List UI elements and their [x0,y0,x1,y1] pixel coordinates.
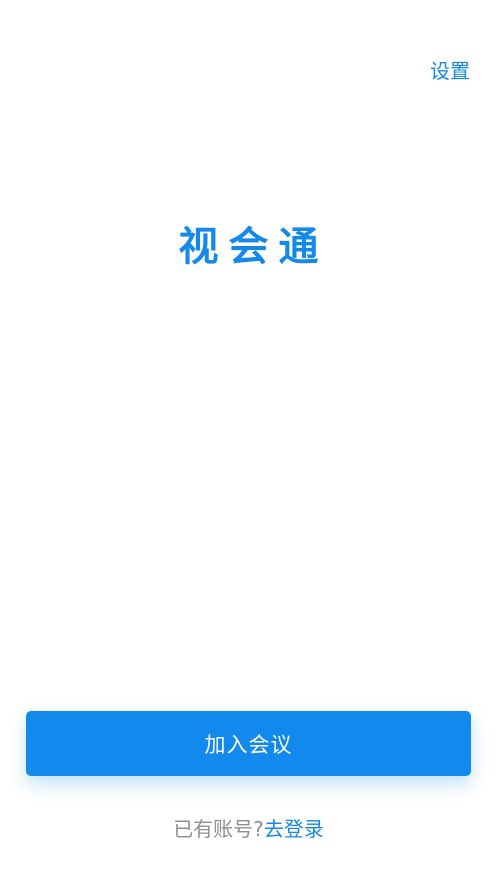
login-row: 已有账号?去登录 [0,814,497,844]
join-meeting-button[interactable]: 加入会议 [26,711,471,776]
settings-link[interactable]: 设置 [430,57,470,85]
has-account-prompt: 已有账号? [173,817,264,841]
join-screen: 设置 视会通 加入会议 已有账号?去登录 [0,0,497,883]
go-login-link[interactable]: 去登录 [264,817,324,841]
app-title: 视会通 [178,224,329,270]
join-meeting-label: 加入会议 [204,732,293,757]
